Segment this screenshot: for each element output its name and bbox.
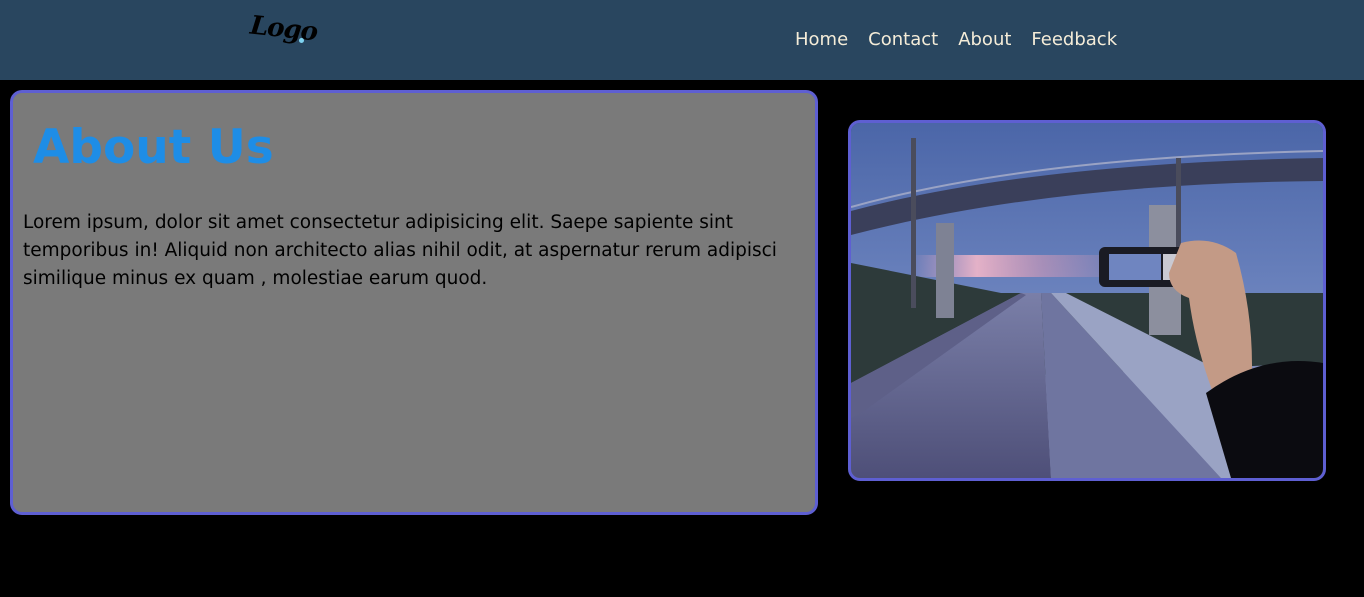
about-paragraph: Lorem ipsum, dolor sit amet consectetur …: [23, 212, 777, 289]
logo-text: Logo: [248, 10, 319, 48]
nav-link-contact[interactable]: Contact: [868, 28, 938, 52]
logo-dot: [299, 38, 304, 43]
about-title: About Us: [33, 120, 274, 175]
logo[interactable]: Logo: [249, 8, 319, 66]
about-photo: [848, 120, 1326, 481]
nav-link-feedback[interactable]: Feedback: [1031, 28, 1117, 52]
about-card: About Us Lorem ipsum, dolor sit amet con…: [10, 90, 818, 515]
nav-link-home[interactable]: Home: [795, 28, 848, 52]
navbar: Logo Home Contact About Feedback: [0, 0, 1364, 80]
nav-links: Home Contact About Feedback: [795, 28, 1137, 52]
overpass-phone-photo: [851, 123, 1323, 478]
nav-link-about[interactable]: About: [958, 28, 1011, 52]
